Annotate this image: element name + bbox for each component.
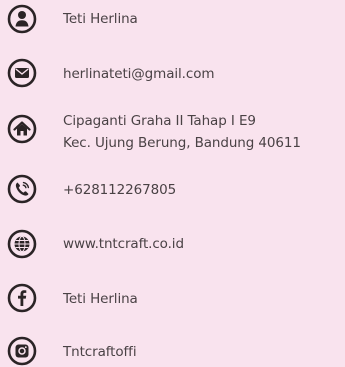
contact-instagram-link[interactable]: Tntcraftoffi <box>63 341 137 363</box>
instagram-icon <box>7 336 37 366</box>
home-icon <box>7 114 37 144</box>
contact-website-link[interactable]: www.tntcraft.co.id <box>63 233 184 255</box>
contact-facebook-link[interactable]: Teti Herlina <box>63 288 138 310</box>
contact-row-phone[interactable]: +628112267805 <box>0 174 345 204</box>
facebook-icon <box>7 283 37 313</box>
contact-name: Teti Herlina <box>63 11 138 27</box>
contact-phone-link[interactable]: +628112267805 <box>63 179 176 201</box>
contact-row-name: Teti Herlina <box>0 4 345 34</box>
person-icon <box>7 4 37 34</box>
address-line-2: Kec. Ujung Berung, Bandung 40611 <box>63 135 301 151</box>
contact-card: { "contacts": { "name": "Teti Herlina", … <box>0 0 345 367</box>
globe-icon <box>7 229 37 259</box>
contact-row-website[interactable]: www.tntcraft.co.id <box>0 229 345 259</box>
contact-email-link[interactable]: herlinateti@gmail.com <box>63 63 215 85</box>
phone-icon <box>7 174 37 204</box>
contact-row-address: Cipaganti Graha II Tahap I E9 Kec. Ujung… <box>0 110 345 160</box>
envelope-icon <box>7 58 37 88</box>
contact-row-email[interactable]: herlinateti@gmail.com <box>0 58 345 88</box>
contact-address: Cipaganti Graha II Tahap I E9 Kec. Ujung… <box>63 110 301 154</box>
contact-row-facebook[interactable]: Teti Herlina <box>0 283 345 313</box>
address-line-1: Cipaganti Graha II Tahap I E9 <box>63 113 256 129</box>
contact-row-instagram[interactable]: Tntcraftoffi <box>0 336 345 366</box>
